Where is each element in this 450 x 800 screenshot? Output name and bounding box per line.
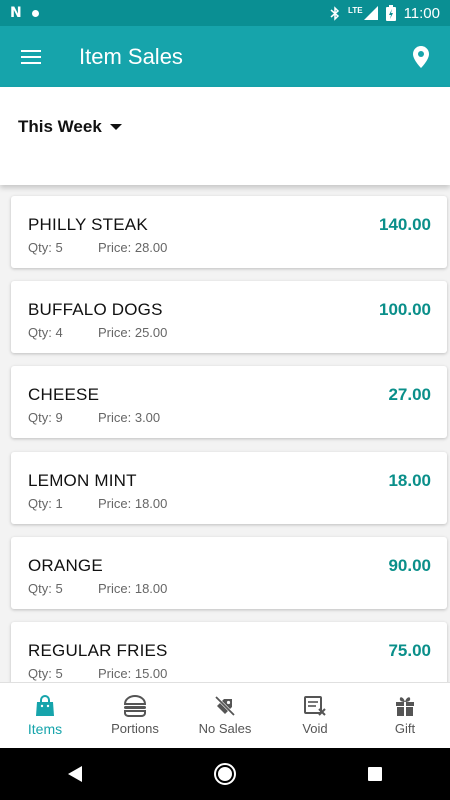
- item-price: Price: 18.00: [98, 581, 168, 596]
- nav-label: Items: [27, 720, 63, 737]
- item-qty: Qty: 1: [28, 496, 63, 511]
- system-nav-bar: [0, 748, 450, 800]
- item-card[interactable]: REGULAR FRIES 75.00 Qty: 5 Price: 15.00: [11, 622, 447, 682]
- item-total: 27.00: [388, 385, 431, 404]
- recents-button[interactable]: [345, 748, 405, 800]
- item-qty: Qty: 5: [28, 581, 63, 596]
- item-qty: Qty: 4: [28, 325, 63, 340]
- gift-icon: [396, 697, 414, 716]
- item-name: BUFFALO DOGS: [28, 300, 163, 319]
- item-name: ORANGE: [28, 556, 103, 575]
- item-total: 90.00: [388, 556, 431, 575]
- nav-portions[interactable]: Portions: [90, 683, 180, 748]
- menu-button[interactable]: [0, 26, 62, 87]
- item-qty: Qty: 5: [28, 666, 63, 681]
- item-card[interactable]: BUFFALO DOGS 100.00 Qty: 4 Price: 25.00: [11, 281, 447, 353]
- nav-gift[interactable]: Gift: [360, 683, 450, 748]
- item-total: 140.00: [379, 215, 431, 234]
- item-price: Price: 18.00: [98, 496, 168, 511]
- period-label: This Week: [18, 117, 102, 136]
- item-price: Price: 28.00: [98, 240, 168, 255]
- nav-label: No Sales: [198, 721, 252, 736]
- item-total: 100.00: [379, 300, 431, 319]
- item-name: PHILLY STEAK: [28, 215, 148, 234]
- no-sales-icon: [214, 695, 236, 717]
- burger-icon: [123, 695, 147, 717]
- item-qty: Qty: 9: [28, 410, 63, 425]
- hamburger-icon: [21, 49, 41, 64]
- item-card[interactable]: ORANGE 90.00 Qty: 5 Price: 18.00: [11, 537, 447, 609]
- app-bar: Item Sales: [0, 26, 450, 87]
- void-receipt-icon: [304, 696, 326, 716]
- item-name: LEMON MINT: [28, 471, 137, 490]
- nav-label: Void: [302, 721, 328, 736]
- item-card[interactable]: PHILLY STEAK 140.00 Qty: 5 Price: 28.00: [11, 196, 447, 268]
- notification-dot-icon: [31, 9, 39, 17]
- bluetooth-icon: [330, 5, 340, 21]
- location-pin-icon: [413, 45, 429, 68]
- lte-signal-icon: LTE: [348, 6, 378, 20]
- item-total: 75.00: [388, 641, 431, 660]
- back-button[interactable]: [45, 748, 105, 800]
- period-dropdown[interactable]: This Week: [18, 117, 122, 137]
- item-total: 18.00: [388, 471, 431, 490]
- item-name: CHEESE: [28, 385, 100, 404]
- network-type-label: LTE: [348, 6, 363, 15]
- nav-no-sales[interactable]: No Sales: [180, 683, 270, 748]
- nav-items[interactable]: Items: [0, 683, 90, 748]
- status-time: 11:00: [403, 4, 440, 22]
- notification-n-icon: N: [10, 5, 22, 21]
- home-circle-icon: [214, 763, 236, 785]
- status-bar: N LTE 11:00: [0, 0, 450, 26]
- item-price: Price: 3.00: [98, 410, 161, 425]
- item-price: Price: 15.00: [98, 666, 168, 681]
- bottom-nav: Items Portions No Sales Void Gift: [0, 682, 450, 748]
- item-price: Price: 25.00: [98, 325, 168, 340]
- battery-charging-icon: [385, 5, 396, 21]
- item-card[interactable]: LEMON MINT 18.00 Qty: 1 Price: 18.00: [11, 452, 447, 524]
- location-button[interactable]: [392, 26, 450, 87]
- page-title: Item Sales: [79, 43, 183, 69]
- dropdown-arrow-icon: [109, 124, 122, 130]
- home-button[interactable]: [195, 748, 255, 800]
- nav-label: Portions: [111, 721, 159, 736]
- nav-label: Gift: [394, 721, 416, 736]
- back-triangle-icon: [68, 766, 82, 782]
- nav-void[interactable]: Void: [270, 683, 360, 748]
- item-sales-list[interactable]: PHILLY STEAK 140.00 Qty: 5 Price: 28.00 …: [0, 185, 450, 682]
- item-name: REGULAR FRIES: [28, 641, 168, 660]
- filter-panel: This Week: [0, 87, 450, 185]
- item-card[interactable]: CHEESE 27.00 Qty: 9 Price: 3.00: [11, 366, 447, 438]
- shopping-bag-icon: [36, 694, 54, 716]
- item-qty: Qty: 5: [28, 240, 63, 255]
- recents-square-icon: [368, 767, 382, 781]
